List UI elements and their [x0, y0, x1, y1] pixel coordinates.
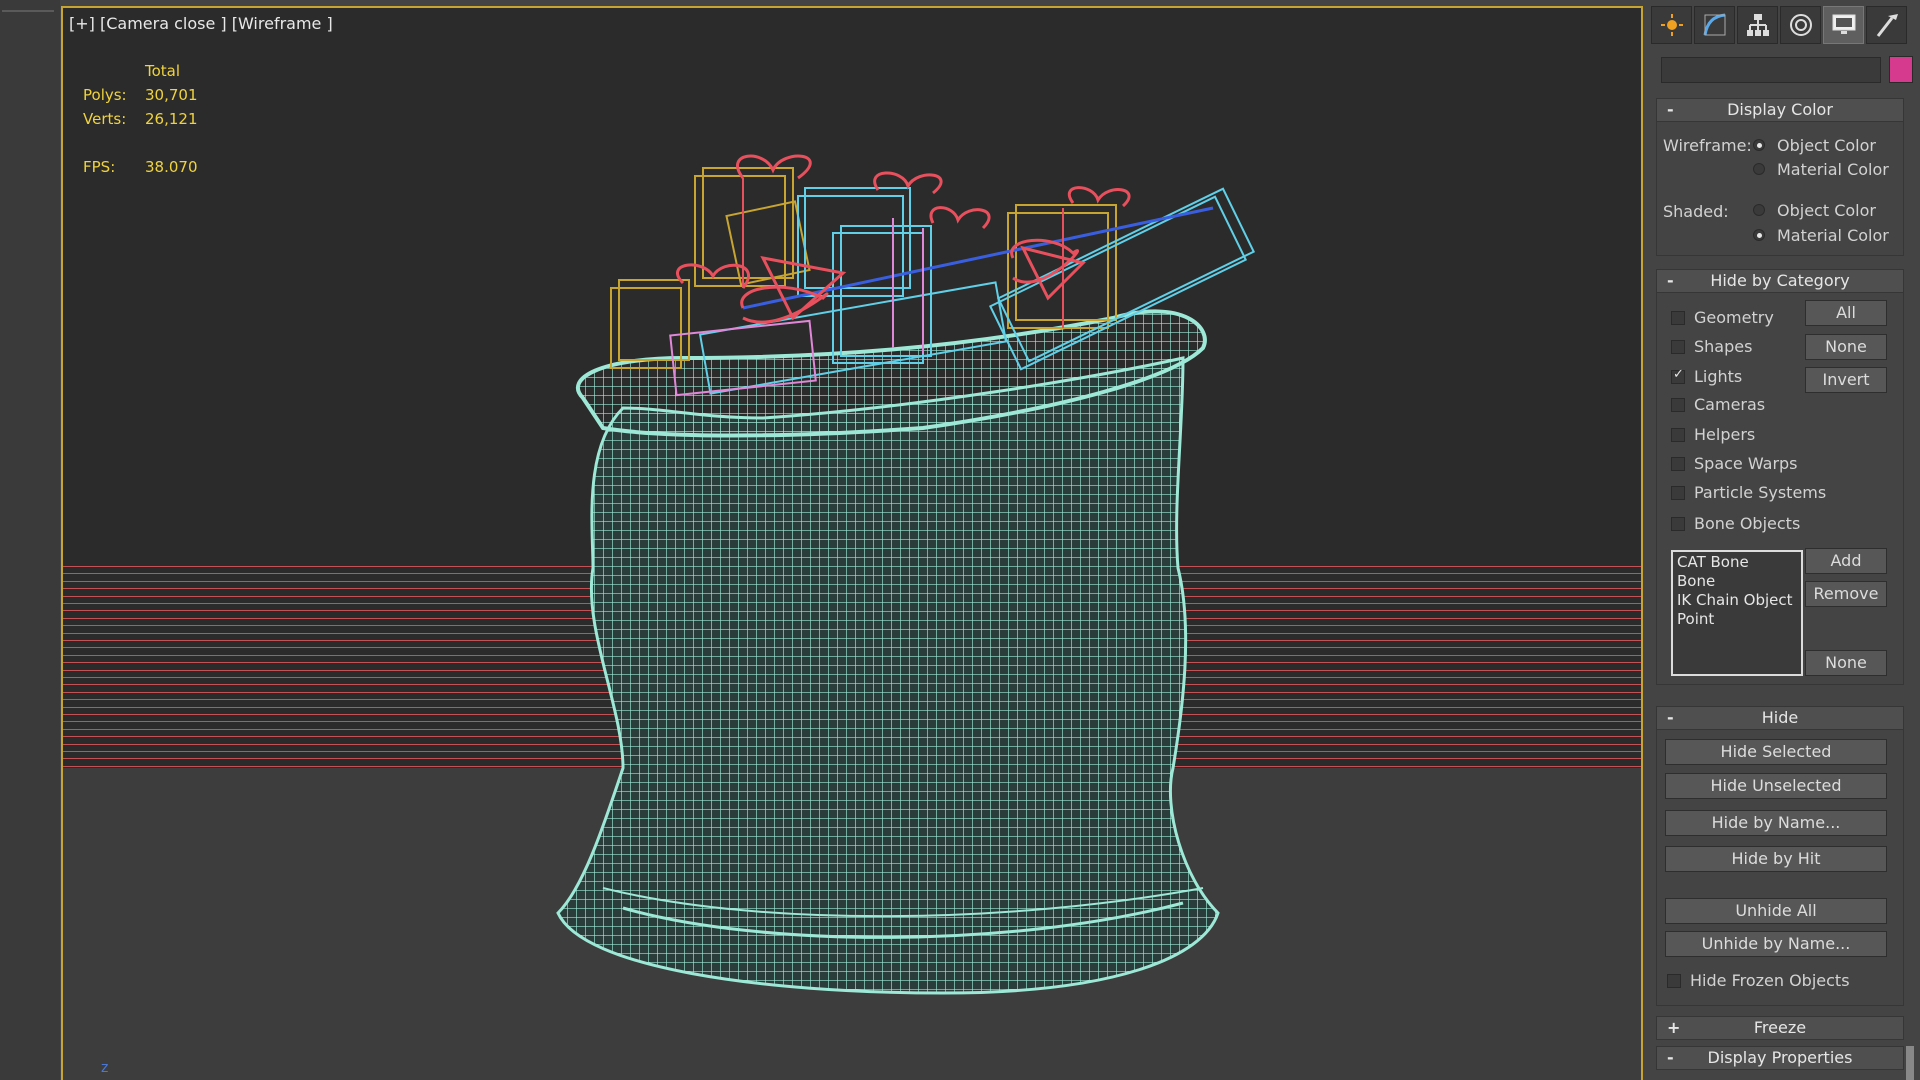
- category-label: Bone Objects: [1694, 514, 1801, 533]
- rollout-freeze[interactable]: + Freeze: [1656, 1016, 1904, 1040]
- display-monitor-icon: [1832, 14, 1855, 34]
- category-label: Geometry: [1694, 308, 1774, 327]
- sack-wireframe: [556, 309, 1220, 995]
- rollout-hide[interactable]: - Hide: [1656, 706, 1904, 730]
- axis-tripod-z: z: [101, 1060, 109, 1076]
- motion-ring-icon: [1789, 14, 1812, 36]
- rollout-collapse-sign: -: [1667, 271, 1674, 290]
- category-list-item[interactable]: Point: [1677, 610, 1797, 629]
- wireframe-object-color-label: Object Color: [1777, 136, 1876, 155]
- category-label: Lights: [1694, 367, 1743, 386]
- strip-divider: [2, 10, 54, 12]
- shaded-material-color-radio[interactable]: [1753, 229, 1765, 241]
- viewport-label[interactable]: [+] [Camera close ] [Wireframe ]: [69, 14, 333, 33]
- stats-polys-label: Polys:: [83, 86, 127, 104]
- shaded-object-color-label: Object Color: [1777, 201, 1876, 220]
- hide-frozen-checkbox[interactable]: [1667, 974, 1681, 988]
- category-label: Particle Systems: [1694, 483, 1827, 502]
- category-label: Shapes: [1694, 337, 1753, 356]
- wireframe-scene: [556, 154, 1256, 995]
- wireframe-object-color-radio[interactable]: [1753, 139, 1765, 151]
- category-checkbox[interactable]: [1671, 398, 1685, 412]
- category-label: Helpers: [1694, 425, 1756, 444]
- command-panel-tabs: [1651, 6, 1913, 46]
- camera-viewport[interactable]: [+] [Camera close ] [Wireframe ] Total P…: [61, 6, 1643, 1080]
- rollout-collapse-sign: -: [1667, 100, 1674, 119]
- shaded-object-color-radio[interactable]: [1753, 204, 1765, 216]
- hide-by-name-button[interactable]: Hide by Name...: [1665, 810, 1887, 836]
- left-toolbar-strip: [0, 0, 60, 1080]
- rollout-collapse-sign: -: [1667, 708, 1674, 727]
- command-panel: - Display Color Wireframe: Object Color …: [1645, 0, 1920, 1080]
- tab-modify[interactable]: [1694, 6, 1735, 44]
- wireframe-label: Wireframe:: [1663, 136, 1752, 155]
- hide-by-hit-button[interactable]: Hide by Hit: [1665, 846, 1887, 872]
- tab-utilities[interactable]: [1866, 6, 1907, 44]
- rollout-display-color[interactable]: - Display Color: [1656, 98, 1904, 122]
- hierarchy-icon: [1746, 14, 1769, 36]
- tab-hierarchy[interactable]: [1737, 6, 1778, 44]
- rollout-title: Display Properties: [1707, 1048, 1853, 1067]
- object-name-field[interactable]: [1661, 57, 1881, 83]
- stats-verts-label: Verts:: [83, 110, 127, 128]
- list-none-button[interactable]: None: [1805, 650, 1887, 676]
- wireframe-material-color-radio[interactable]: [1753, 163, 1765, 175]
- stats-verts-value: 26,121: [145, 110, 198, 128]
- create-sun-icon: [1660, 14, 1683, 36]
- panel-scrollbar[interactable]: [1906, 1046, 1914, 1080]
- category-list-box[interactable]: CAT Bone Bone IK Chain Object Point: [1671, 550, 1803, 676]
- wireframe-material-color-label: Material Color: [1777, 160, 1889, 179]
- category-list-item[interactable]: IK Chain Object: [1677, 591, 1797, 610]
- tab-motion[interactable]: [1780, 6, 1821, 44]
- hide-selected-button[interactable]: Hide Selected: [1665, 739, 1887, 765]
- category-list-item[interactable]: Bone: [1677, 572, 1797, 591]
- category-label: Cameras: [1694, 395, 1766, 414]
- tab-display[interactable]: [1823, 6, 1864, 44]
- unhide-all-button[interactable]: Unhide All: [1665, 898, 1887, 924]
- category-checkbox[interactable]: [1671, 428, 1685, 442]
- shaded-material-color-label: Material Color: [1777, 226, 1889, 245]
- category-label: Space Warps: [1694, 454, 1798, 473]
- hide-unselected-button[interactable]: Hide Unselected: [1665, 773, 1887, 799]
- rollout-collapse-sign: -: [1667, 1048, 1674, 1067]
- shaded-label: Shaded:: [1663, 202, 1729, 221]
- category-invert-button[interactable]: Invert: [1805, 367, 1887, 393]
- stats-total-header: Total: [145, 62, 181, 80]
- stats-fps-label: FPS:: [83, 158, 116, 176]
- utilities-hammer-icon: [1876, 14, 1898, 37]
- modify-curve-icon: [1703, 13, 1725, 36]
- stats-polys-value: 30,701: [145, 86, 198, 104]
- list-remove-button[interactable]: Remove: [1805, 581, 1887, 607]
- stats-fps-value: 38.070: [145, 158, 198, 176]
- category-checkbox[interactable]: [1671, 340, 1685, 354]
- rollout-hide-by-category[interactable]: - Hide by Category: [1656, 269, 1904, 293]
- category-checkbox[interactable]: [1671, 486, 1685, 500]
- object-color-swatch[interactable]: [1889, 56, 1913, 83]
- rollout-display-properties[interactable]: - Display Properties: [1656, 1046, 1904, 1070]
- hide-frozen-label: Hide Frozen Objects: [1690, 971, 1850, 990]
- category-checkbox[interactable]: [1671, 367, 1685, 384]
- category-none-button[interactable]: None: [1805, 334, 1887, 360]
- unhide-by-name-button[interactable]: Unhide by Name...: [1665, 931, 1887, 957]
- rollout-title: Hide by Category: [1710, 271, 1850, 290]
- list-add-button[interactable]: Add: [1805, 548, 1887, 574]
- category-list-item[interactable]: CAT Bone: [1677, 553, 1797, 572]
- category-checkbox[interactable]: [1671, 517, 1685, 531]
- rollout-title: Display Color: [1727, 100, 1833, 119]
- rollout-expand-sign: +: [1667, 1018, 1681, 1037]
- category-checkbox[interactable]: [1671, 311, 1685, 325]
- category-all-button[interactable]: All: [1805, 300, 1887, 326]
- rollout-title: Hide: [1761, 708, 1799, 727]
- tab-create[interactable]: [1651, 6, 1692, 44]
- category-checkbox[interactable]: [1671, 457, 1685, 471]
- rollout-title: Freeze: [1753, 1018, 1807, 1037]
